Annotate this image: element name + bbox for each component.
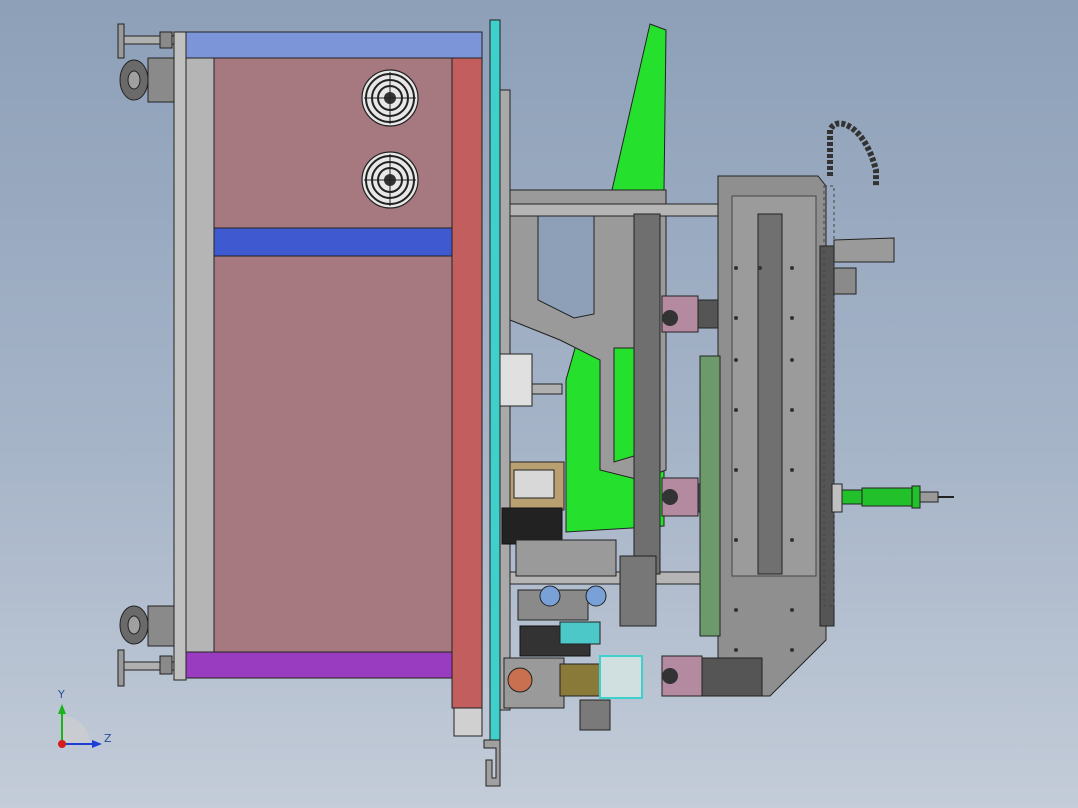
dispensing-nozzle — [831, 483, 954, 513]
cabinet-bottom-rail — [185, 651, 453, 679]
side-bracket-arm — [833, 237, 895, 263]
sensor-clamp-upper — [661, 295, 719, 333]
frame-window-2 — [613, 347, 635, 463]
gantry-dark-strip — [819, 245, 835, 627]
leveling-foot-bottom — [117, 649, 175, 687]
cabinet-side-panel — [451, 57, 483, 709]
leveling-foot-top — [117, 23, 175, 59]
sensor-clamp-lower — [661, 655, 763, 697]
caster-wheel-bottom — [119, 605, 175, 647]
view-triad — [58, 704, 102, 748]
cable-chain — [827, 120, 879, 186]
plate-hook — [483, 739, 501, 787]
pcb-board — [699, 355, 721, 637]
cad-graphics-area[interactable]: Y Z — [0, 0, 1078, 808]
frame-window-1 — [537, 213, 595, 319]
green-guard-upper — [611, 23, 667, 191]
cooling-fan-lower — [361, 151, 419, 209]
cabinet-side-bracket — [453, 707, 483, 737]
cabinet-frame — [173, 31, 215, 681]
side-bracket-block — [833, 267, 857, 295]
cooling-fan-upper — [361, 69, 419, 127]
cabinet-upper-panel — [213, 57, 453, 229]
caster-wheel-top — [119, 57, 175, 103]
cabinet-top-rail — [185, 31, 483, 59]
cabinet-lower-panel — [213, 255, 453, 653]
guide-rod-left — [633, 213, 661, 575]
mounting-plate — [489, 19, 501, 741]
cabinet-mid-rail — [213, 227, 453, 257]
triad-y-label: Y — [58, 688, 65, 701]
triad-z-label: Z — [104, 732, 112, 745]
